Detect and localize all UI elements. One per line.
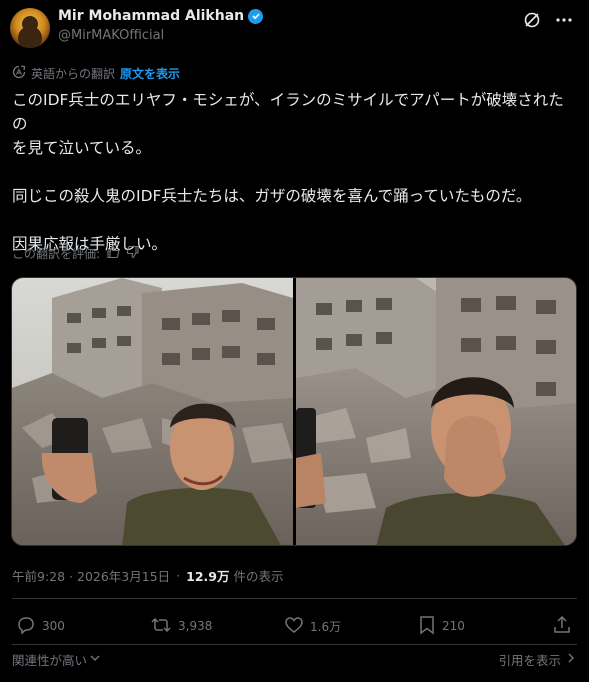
tweet-media[interactable]: [11, 277, 577, 546]
bookmark-count: 210: [442, 619, 465, 633]
tweet-line-3: 同じこの殺人鬼のIDF兵士たちは、ガザの破壊を喜んで踊っていたものだ。: [12, 187, 532, 205]
rate-translation-label: この翻訳を評価:: [12, 246, 101, 261]
reply-icon: [16, 615, 36, 638]
author-block: Mir Mohammad Alikhan @MirMAKOfficial: [58, 6, 264, 43]
author-display-name[interactable]: Mir Mohammad Alikhan: [58, 8, 244, 24]
replies-footer: 関連性が高い 引用を表示: [12, 650, 577, 668]
repost-button[interactable]: 3,938: [150, 612, 212, 640]
translation-notice: 英語からの翻訳 原文を表示: [12, 64, 180, 82]
tweet-actions: 300 3,938 1.6万 210: [12, 612, 577, 642]
view-quotes-link[interactable]: 引用を表示: [498, 650, 577, 669]
author-handle[interactable]: @MirMAKOfficial: [58, 28, 263, 43]
divider: [12, 598, 577, 599]
views-count: 12.9万: [186, 569, 230, 584]
tweet-header: Mir Mohammad Alikhan @MirMAKOfficial: [10, 6, 580, 50]
translate-icon: [12, 64, 26, 82]
reply-count: 300: [42, 619, 65, 633]
grok-icon[interactable]: [522, 10, 542, 30]
share-button[interactable]: [552, 612, 572, 640]
heart-icon: [284, 615, 304, 638]
tweet-line-1: このIDF兵士のエリヤフ・モシェが、イランのミサイルでアパートが破壊されたの: [12, 91, 564, 133]
share-icon: [552, 615, 572, 638]
views-label: 件の表示: [233, 569, 284, 584]
tweet-line-2: を見て泣いている。: [12, 139, 152, 157]
chevron-right-icon: [565, 652, 577, 667]
avatar[interactable]: [10, 8, 50, 48]
repost-icon: [150, 615, 172, 638]
reply-button[interactable]: 300: [16, 612, 65, 640]
view-quotes-label: 引用を表示: [498, 653, 561, 668]
sort-label: 関連性が高い: [12, 653, 88, 668]
like-button[interactable]: 1.6万: [284, 612, 341, 640]
chevron-down-icon: [89, 652, 101, 667]
divider: [12, 644, 577, 645]
more-options-icon[interactable]: [554, 10, 574, 30]
author-name-row[interactable]: Mir Mohammad Alikhan: [58, 6, 264, 26]
timestamp[interactable]: 午前9:28 · 2026年3月15日: [12, 566, 170, 585]
show-original-link[interactable]: 原文を表示: [120, 65, 180, 82]
thumbs-down-icon[interactable]: [126, 245, 140, 262]
translation-label: 英語からの翻訳: [31, 66, 116, 81]
tweet-text: このIDF兵士のエリヤフ・モシェが、イランのミサイルでアパートが破壊されたの を…: [12, 88, 572, 256]
rate-translation-row: この翻訳を評価:: [12, 244, 140, 262]
photo-left[interactable]: [12, 278, 293, 545]
photo-right[interactable]: [295, 278, 576, 545]
bookmark-icon: [418, 615, 436, 638]
like-count: 1.6万: [310, 619, 342, 634]
thumbs-up-icon[interactable]: [106, 245, 120, 262]
verified-badge-icon: [248, 8, 264, 24]
tweet-meta: 午前9:28 · 2026年3月15日 · 12.9万 件の表示: [12, 566, 284, 585]
repost-count: 3,938: [178, 619, 213, 633]
sort-relevance-dropdown[interactable]: 関連性が高い: [12, 650, 101, 669]
bookmark-button[interactable]: 210: [418, 612, 465, 640]
